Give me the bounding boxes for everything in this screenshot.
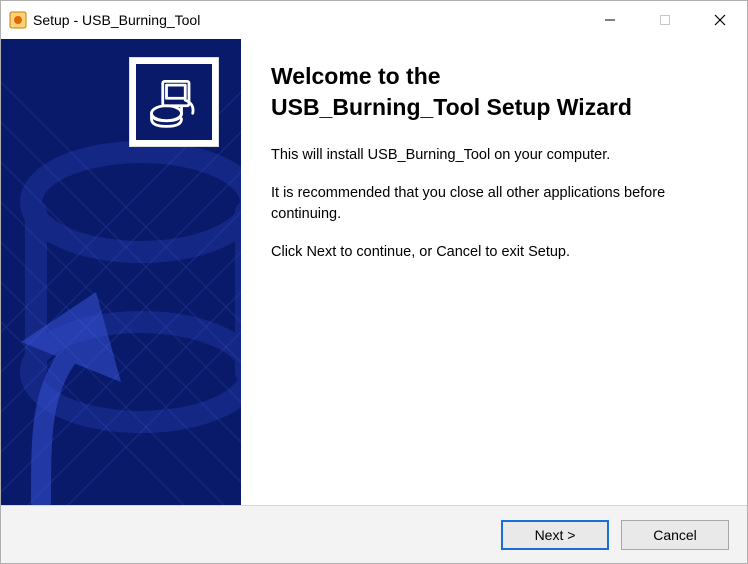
- content-panel: Welcome to the USB_Burning_Tool Setup Wi…: [241, 39, 747, 505]
- app-icon: [9, 11, 27, 29]
- installer-logo-frame: [129, 57, 219, 147]
- next-button[interactable]: Next >: [501, 520, 609, 550]
- heading-line-1: Welcome to the: [271, 63, 441, 89]
- heading-line-2: USB_Burning_Tool Setup Wizard: [271, 94, 632, 120]
- intro-paragraph-2: It is recommended that you close all oth…: [271, 183, 717, 224]
- minimize-button[interactable]: [582, 1, 637, 39]
- window-title: Setup - USB_Burning_Tool: [33, 12, 200, 28]
- titlebar: Setup - USB_Burning_Tool: [1, 1, 747, 39]
- wizard-body: Welcome to the USB_Burning_Tool Setup Wi…: [1, 39, 747, 505]
- cancel-button[interactable]: Cancel: [621, 520, 729, 550]
- installer-logo-icon: [136, 64, 212, 140]
- sidebar-graphic: [1, 39, 241, 505]
- window-controls: [582, 1, 747, 39]
- wizard-heading: Welcome to the USB_Burning_Tool Setup Wi…: [271, 61, 717, 123]
- intro-paragraph-3: Click Next to continue, or Cancel to exi…: [271, 242, 717, 262]
- wizard-footer: Next > Cancel: [1, 505, 747, 563]
- setup-window: Setup - USB_Burning_Tool: [0, 0, 748, 564]
- intro-paragraph-1: This will install USB_Burning_Tool on yo…: [271, 145, 717, 165]
- maximize-button: [637, 1, 692, 39]
- close-button[interactable]: [692, 1, 747, 39]
